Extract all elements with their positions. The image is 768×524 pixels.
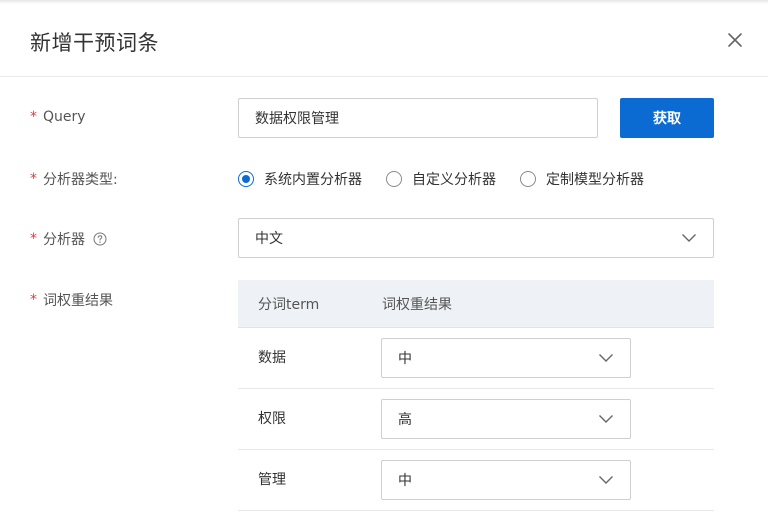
radio-label: 自定义分析器 [412,172,496,188]
close-button[interactable] [723,28,747,52]
chevron-down-icon [681,233,697,243]
fetch-button[interactable]: 获取 [620,98,714,138]
chevron-down-icon [598,353,614,363]
close-icon [728,33,742,47]
analyzer-select[interactable]: 中文 [238,218,714,258]
weights-table: 分词term 词权重结果 数据 中 权限 高 管理 中 [238,280,714,511]
weight-select-value: 高 [398,412,412,428]
table-header: 分词term 词权重结果 [238,280,714,328]
column-header-term: 分词term [258,296,320,313]
radio-model-analyzer[interactable]: 定制模型分析器 [520,169,644,189]
radio-checked-icon [238,171,254,187]
analyzer-type-radio-group: 系统内置分析器 自定义分析器 定制模型分析器 [238,169,668,189]
header-divider [0,76,768,77]
radio-builtin-analyzer[interactable]: 系统内置分析器 [238,169,362,189]
table-row: 权限 高 [238,389,714,450]
dialog-title: 新增干预词条 [30,31,159,55]
required-mark: * [30,231,37,247]
term-cell: 数据 [258,350,286,366]
chevron-down-icon [598,414,614,424]
analyzer-type-label-text: 分析器类型: [43,172,118,188]
weight-select[interactable]: 中 [381,338,631,378]
weight-select[interactable]: 中 [381,460,631,500]
query-label: * Query [30,109,86,125]
required-mark: * [30,109,37,125]
term-cell: 管理 [258,472,286,488]
weight-select-value: 中 [398,351,412,367]
radio-unchecked-icon [520,171,536,187]
analyzer-label: * 分析器 [30,229,107,249]
chevron-down-icon [598,475,614,485]
radio-custom-analyzer[interactable]: 自定义分析器 [386,169,496,189]
question-circle-icon[interactable] [93,232,107,246]
query-input[interactable] [238,98,598,138]
radio-label: 系统内置分析器 [264,172,362,188]
column-header-weight: 词权重结果 [382,296,452,313]
analyzer-type-label: * 分析器类型: [30,169,118,189]
table-row: 管理 中 [238,450,714,511]
term-cell: 权限 [258,411,286,427]
analyzer-label-text: 分析器 [43,232,85,248]
required-mark: * [30,171,37,187]
required-mark: * [30,292,37,308]
query-label-text: Query [43,109,86,125]
weights-label: * 词权重结果 [30,290,113,310]
analyzer-select-value: 中文 [255,231,283,247]
radio-unchecked-icon [386,171,402,187]
radio-label: 定制模型分析器 [546,172,644,188]
top-shadow [0,0,768,4]
weight-select-value: 中 [398,473,412,489]
table-row: 数据 中 [238,328,714,389]
weight-select[interactable]: 高 [381,399,631,439]
weights-label-text: 词权重结果 [43,293,113,309]
